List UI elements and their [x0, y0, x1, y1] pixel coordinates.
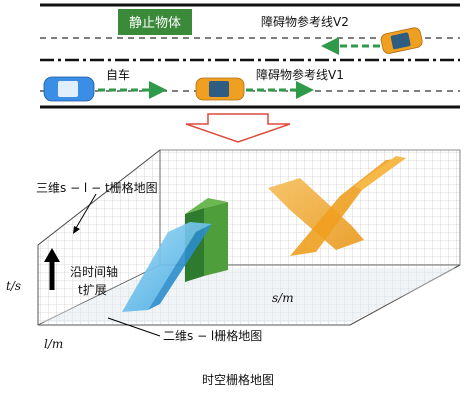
grid-3d: [37, 149, 461, 337]
transform-arrow: [185, 113, 291, 143]
ego-vehicle-label: 自车: [106, 67, 130, 82]
axis-l-label: l/m: [44, 337, 63, 351]
time-axis-label-line2: t扩展: [78, 283, 107, 297]
title-3d-label: 三维s − l − t栅格地图: [36, 180, 158, 195]
spatiotemporal-diagram: 静止物体 障碍物参考线V2 障碍物参考线V1 自车 三维s − l − t栅格地…: [6, 3, 461, 387]
static-block-front: [204, 202, 228, 276]
road-scene: 静止物体 障碍物参考线V2 障碍物参考线V1 自车: [40, 3, 460, 109]
axis-t-label: t/s: [6, 279, 21, 293]
ego-car: [43, 76, 95, 102]
obstacle-car-v1: [195, 77, 245, 101]
time-axis-label-line1: 沿时间轴: [70, 264, 118, 279]
road-surface: [40, 5, 460, 108]
obstacle-line-v2-label: 障碍物参考线V2: [261, 14, 349, 29]
static-object-label: 静止物体: [129, 16, 181, 31]
title-2d-label: 二维s − l栅格地图: [163, 328, 262, 343]
axis-s-label: s/m: [272, 291, 294, 305]
obstacle-line-v1-label: 障碍物参考线V1: [256, 67, 344, 82]
figure-caption: 时空栅格地图: [202, 372, 274, 387]
